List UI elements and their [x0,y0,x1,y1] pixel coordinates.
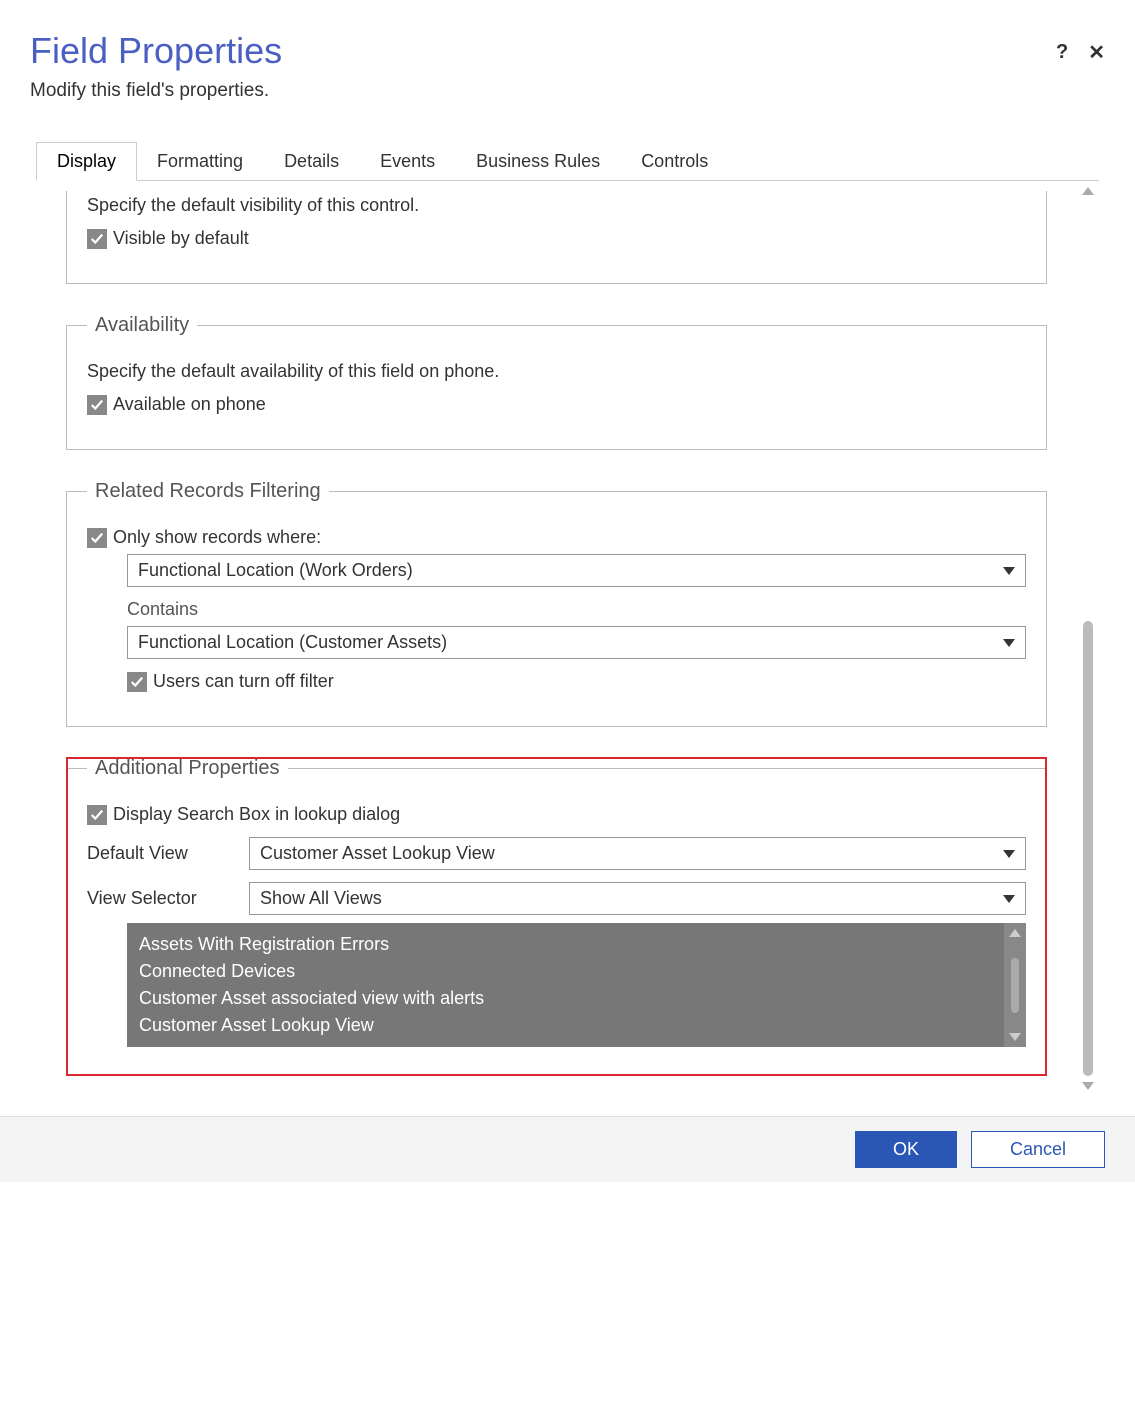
filter-select-1-value: Functional Location (Work Orders) [138,560,413,581]
list-item[interactable]: Assets With Registration Errors [139,931,992,958]
dialog-subtitle: Modify this field's properties. [30,80,282,102]
contains-label: Contains [127,599,1026,620]
visibility-desc: Specify the default visibility of this c… [87,195,1026,216]
tab-display[interactable]: Display [36,142,137,181]
view-selector-value: Show All Views [260,888,382,909]
list-item[interactable]: Connected Devices [139,958,992,985]
tab-strip: DisplayFormattingDetailsEventsBusiness R… [36,142,1099,181]
scroll-thumb[interactable] [1011,958,1019,1013]
tab-formatting[interactable]: Formatting [136,142,264,181]
tab-events[interactable]: Events [359,142,456,181]
display-search-box-checkbox[interactable] [87,805,107,825]
filter-select-1[interactable]: Functional Location (Work Orders) [127,554,1026,587]
view-selector-label: View Selector [87,888,237,909]
scroll-up-icon[interactable] [1009,929,1021,937]
filtering-legend: Related Records Filtering [87,480,329,503]
tab-controls[interactable]: Controls [620,142,729,181]
chevron-down-icon [1003,895,1015,903]
help-icon[interactable]: ? [1056,41,1068,64]
panel-scrollbar[interactable] [1077,181,1099,1096]
filter-select-2-value: Functional Location (Customer Assets) [138,632,447,653]
users-turn-off-filter-label: Users can turn off filter [153,671,334,692]
scroll-thumb[interactable] [1083,621,1093,1076]
default-view-label: Default View [87,843,237,864]
available-on-phone-label: Available on phone [113,394,266,415]
available-on-phone-checkbox[interactable] [87,395,107,415]
filter-select-2[interactable]: Functional Location (Customer Assets) [127,626,1026,659]
chevron-down-icon [1003,639,1015,647]
list-item[interactable]: Customer Asset Lookup View [139,1012,992,1039]
users-turn-off-filter-checkbox[interactable] [127,672,147,692]
visibility-section: Specify the default visibility of this c… [66,191,1047,284]
dialog-title: Field Properties [30,30,282,72]
default-view-select[interactable]: Customer Asset Lookup View [249,837,1026,870]
scroll-down-icon[interactable] [1009,1033,1021,1041]
close-icon[interactable]: ✕ [1088,40,1105,65]
visible-by-default-label: Visible by default [113,228,249,249]
visible-by-default-checkbox[interactable] [87,229,107,249]
availability-section: Availability Specify the default availab… [66,314,1047,450]
availability-desc: Specify the default availability of this… [87,361,1026,382]
additional-properties-section: Additional Properties Display Search Box… [66,757,1047,1076]
views-listbox[interactable]: Assets With Registration ErrorsConnected… [127,923,1026,1047]
ok-button[interactable]: OK [855,1131,957,1168]
additional-legend: Additional Properties [87,757,288,780]
listbox-scrollbar[interactable] [1004,923,1026,1047]
cancel-button[interactable]: Cancel [971,1131,1105,1168]
scroll-up-icon[interactable] [1082,187,1094,195]
tab-details[interactable]: Details [263,142,360,181]
related-records-filtering-section: Related Records Filtering Only show reco… [66,480,1047,727]
chevron-down-icon [1003,850,1015,858]
only-show-records-label: Only show records where: [113,527,321,548]
view-selector-select[interactable]: Show All Views [249,882,1026,915]
list-item[interactable]: Customer Asset associated view with aler… [139,985,992,1012]
default-view-value: Customer Asset Lookup View [260,843,495,864]
availability-legend: Availability [87,314,197,337]
chevron-down-icon [1003,567,1015,575]
scroll-down-icon[interactable] [1082,1082,1094,1090]
display-search-box-label: Display Search Box in lookup dialog [113,804,400,825]
tab-business-rules[interactable]: Business Rules [455,142,621,181]
dialog-footer: OK Cancel [0,1116,1135,1182]
only-show-records-checkbox[interactable] [87,528,107,548]
